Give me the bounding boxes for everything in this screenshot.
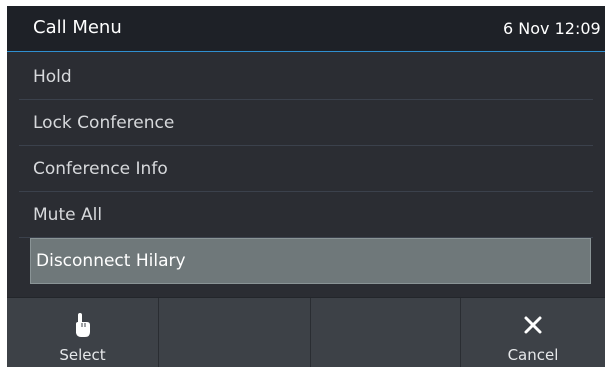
softkey-bar: Select Cancel bbox=[7, 297, 605, 367]
menu-item-disconnect-hilary[interactable]: Disconnect Hilary bbox=[30, 238, 591, 284]
softkey-label: Select bbox=[59, 346, 106, 364]
close-icon bbox=[523, 310, 543, 340]
menu-item-label: Lock Conference bbox=[33, 113, 175, 133]
menu-item-label: Mute All bbox=[33, 205, 103, 225]
date-time: 6 Nov 12:09 bbox=[503, 19, 601, 38]
menu-item-lock-conference[interactable]: Lock Conference bbox=[19, 100, 593, 146]
header-bar: Call Menu 6 Nov 12:09 bbox=[7, 6, 605, 52]
page-title: Call Menu bbox=[33, 17, 122, 38]
softkey-empty-2[interactable] bbox=[159, 298, 311, 367]
menu-item-mute-all[interactable]: Mute All bbox=[19, 192, 593, 238]
phone-screen: Call Menu 6 Nov 12:09 Hold Lock Conferen… bbox=[7, 6, 605, 367]
select-softkey[interactable]: Select bbox=[7, 298, 159, 367]
menu-item-conference-info[interactable]: Conference Info bbox=[19, 146, 593, 192]
menu-item-hold[interactable]: Hold bbox=[19, 54, 593, 100]
menu-item-label: Hold bbox=[33, 67, 72, 87]
menu-item-label: Conference Info bbox=[33, 159, 168, 179]
cancel-softkey[interactable]: Cancel bbox=[461, 298, 605, 367]
call-menu-list: Hold Lock Conference Conference Info Mut… bbox=[7, 54, 605, 284]
softkey-empty-3[interactable] bbox=[311, 298, 461, 367]
softkey-label: Cancel bbox=[507, 346, 559, 364]
pointer-hand-icon bbox=[72, 310, 94, 340]
menu-item-label: Disconnect Hilary bbox=[36, 251, 186, 271]
